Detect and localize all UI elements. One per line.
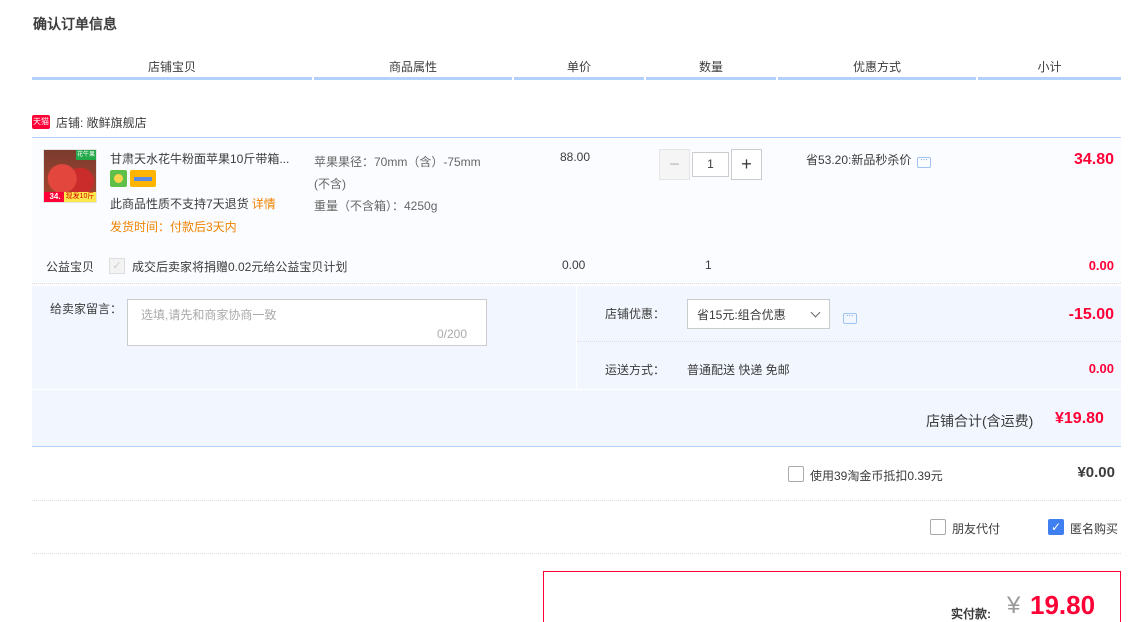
detail-link[interactable]: 详情 bbox=[252, 197, 276, 211]
ship-time: 发货时间：付款后3天内 bbox=[110, 220, 237, 234]
charity-price: 0.00 bbox=[562, 258, 586, 272]
service-icons bbox=[110, 170, 156, 187]
chevron-down-icon bbox=[810, 307, 821, 318]
quantity-minus-button[interactable]: − bbox=[659, 149, 690, 180]
message-char-count: 0/200 bbox=[437, 327, 468, 341]
quantity-stepper: − 1 + bbox=[659, 149, 762, 180]
item-promo: 省53.20:新品秒杀价 bbox=[806, 151, 932, 168]
charity-subtotal: 0.00 bbox=[1088, 258, 1114, 273]
shop-discount-select[interactable]: 省15元:组合优惠 bbox=[687, 299, 830, 329]
delivery-label: 运送方式： bbox=[605, 363, 666, 377]
divider bbox=[32, 553, 1121, 554]
item-attributes: 苹果果径：70mm（含）-75mm (不含) 重量（不含箱）：4250g bbox=[314, 151, 524, 217]
shop-total-label: 店铺合计(含运费) bbox=[926, 413, 1034, 429]
shop-total-value: ¥19.80 bbox=[1055, 410, 1104, 427]
item-subtotal: 34.80 bbox=[1073, 151, 1114, 168]
card-payment-icon[interactable] bbox=[130, 170, 156, 187]
pay-label: 实付款: bbox=[951, 607, 991, 621]
shop-discount-label: 店铺优惠： bbox=[605, 307, 666, 321]
tmall-icon: 天猫 bbox=[32, 115, 50, 129]
quantity-input[interactable]: 1 bbox=[692, 152, 729, 177]
thumb-label-price: 34. bbox=[44, 192, 66, 202]
thumb-label-top: 花牛果 bbox=[76, 150, 96, 160]
page-title: 确认订单信息 bbox=[33, 16, 117, 32]
quantity-plus-button[interactable]: + bbox=[731, 149, 762, 180]
divider bbox=[32, 500, 1121, 501]
attr-diameter: 苹果果径：70mm（含）-75mm bbox=[314, 155, 481, 169]
divider bbox=[577, 341, 1121, 342]
chat-icon[interactable] bbox=[843, 308, 857, 324]
thumb-label-weight: 现发10斤 bbox=[64, 192, 96, 202]
col-header-qty: 数量 bbox=[646, 56, 776, 80]
return-policy: 此商品性质不支持7天退货 详情 bbox=[110, 195, 276, 212]
col-header-subtotal: 小计 bbox=[978, 56, 1121, 80]
pay-currency: ¥ bbox=[1007, 592, 1021, 619]
pay-amount: 19.80 bbox=[1030, 590, 1096, 620]
col-header-price: 单价 bbox=[514, 56, 644, 80]
col-header-item: 店铺宝贝 bbox=[32, 56, 312, 80]
charity-label: 公益宝贝 bbox=[46, 260, 95, 274]
shop-name[interactable]: 店铺: 敞鲜旗舰店 bbox=[56, 114, 147, 131]
col-header-attr: 商品属性 bbox=[314, 56, 512, 80]
attr-weight: 重量（不含箱）：4250g bbox=[314, 199, 438, 213]
charity-checkbox: ✓ bbox=[109, 258, 125, 274]
delivery-method: 普通配送 快递 免邮 bbox=[687, 363, 790, 377]
charity-qty: 1 bbox=[705, 258, 712, 272]
service-badge-icon[interactable] bbox=[110, 170, 127, 187]
coins-value: ¥0.00 bbox=[1077, 464, 1115, 481]
anonymous-checkbox[interactable]: ✓ bbox=[1048, 519, 1064, 535]
return-note: 此商品性质不支持7天退货 bbox=[110, 197, 249, 211]
shop-discount-value: -15.00 bbox=[1068, 306, 1114, 323]
shop-discount-selected: 省15元:组合优惠 bbox=[697, 307, 786, 322]
chat-icon[interactable] bbox=[917, 152, 932, 168]
item-price: 88.00 bbox=[560, 150, 591, 164]
coins-checkbox[interactable] bbox=[788, 466, 804, 482]
delivery-price: 0.00 bbox=[1088, 361, 1114, 376]
table-header: 店铺宝贝 商品属性 单价 数量 优惠方式 小计 bbox=[32, 56, 1121, 80]
coins-text[interactable]: 使用39淘金币抵扣0.39元 bbox=[810, 467, 943, 484]
promo-text: 省53.20:新品秒杀价 bbox=[806, 153, 912, 167]
message-label: 给卖家留言： bbox=[50, 302, 123, 316]
friend-pay-label[interactable]: 朋友代付 bbox=[952, 520, 1000, 537]
shop-line: 天猫 店铺: 敞鲜旗舰店 bbox=[32, 114, 147, 130]
anonymous-label[interactable]: 匿名购买 bbox=[1070, 520, 1118, 537]
item-thumbnail[interactable]: 花牛果 34. 现发10斤 bbox=[43, 149, 97, 203]
attr-diameter-note: (不含) bbox=[314, 177, 346, 191]
col-header-promo: 优惠方式 bbox=[778, 56, 976, 80]
seller-message-placeholder: 选填,请先和商家协商一致 bbox=[141, 308, 277, 322]
item-title-link[interactable]: 甘肃天水花牛粉面苹果10斤带箱... bbox=[110, 150, 310, 167]
charity-text: 成交后卖家将捐赠0.02元给公益宝贝计划 bbox=[132, 260, 348, 274]
friend-pay-checkbox[interactable] bbox=[930, 519, 946, 535]
